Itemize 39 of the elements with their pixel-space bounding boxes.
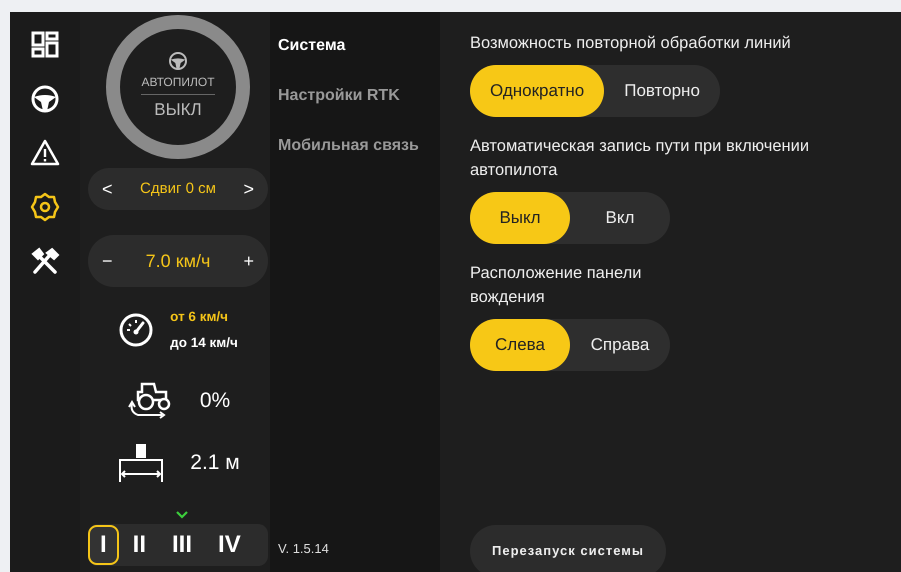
- menu-item[interactable]: Мобильная связь: [278, 134, 432, 158]
- setting-label: Расположение панели вождения: [470, 262, 642, 308]
- restart-button[interactable]: Перезапуск системы: [470, 525, 666, 572]
- option-button[interactable]: Справа: [570, 318, 670, 371]
- menu-item[interactable]: Система: [278, 34, 432, 58]
- check-icon: [174, 510, 188, 519]
- next-button[interactable]: >: [229, 176, 268, 202]
- minus-button[interactable]: −: [88, 248, 127, 274]
- speedometer-icon: [118, 312, 154, 348]
- option-button[interactable]: Вкл: [570, 192, 670, 244]
- gear-button[interactable]: I: [88, 525, 119, 565]
- gear-button[interactable]: II: [120, 525, 158, 565]
- steering-wheel-icon[interactable]: [30, 84, 60, 114]
- speed-max: до 14 км/ч: [170, 334, 238, 352]
- autopilot-button[interactable]: АВТОПИЛОТ ВЫКЛ: [106, 15, 250, 159]
- setting-label: Возможность повторной обработки линий: [470, 33, 792, 54]
- steering-wheel-icon: [168, 51, 188, 72]
- option-button[interactable]: Однократно: [470, 64, 604, 117]
- prev-button[interactable]: <: [88, 176, 127, 202]
- autopilot-label: АВТОПИЛОТ: [141, 73, 215, 96]
- version-label: V. 1.5.14: [278, 540, 330, 558]
- option-button[interactable]: Повторно: [604, 64, 720, 117]
- settings-icon[interactable]: [30, 192, 60, 222]
- implement-width-value: 2.1 м: [190, 450, 240, 476]
- offset-value: Сдвиг 0 см: [140, 178, 216, 199]
- dashboard-icon[interactable]: [30, 30, 60, 60]
- tools-icon[interactable]: [30, 246, 60, 276]
- gear-button[interactable]: IV: [206, 525, 253, 565]
- slip-value: 0%: [200, 388, 230, 414]
- option-button[interactable]: Выкл: [470, 192, 570, 244]
- plus-button[interactable]: +: [229, 248, 268, 274]
- warning-icon[interactable]: [30, 138, 60, 168]
- speed-min: от 6 км/ч: [170, 308, 230, 326]
- speed-value: 7.0 км/ч: [146, 250, 210, 272]
- option-button[interactable]: Слева: [470, 318, 570, 371]
- gear-button[interactable]: III: [160, 525, 204, 565]
- menu-item[interactable]: Настройки RTK: [278, 84, 432, 108]
- autopilot-state: ВЫКЛ: [154, 99, 202, 122]
- setting-label: Автоматическая запись пути при включении автопилота: [470, 136, 810, 181]
